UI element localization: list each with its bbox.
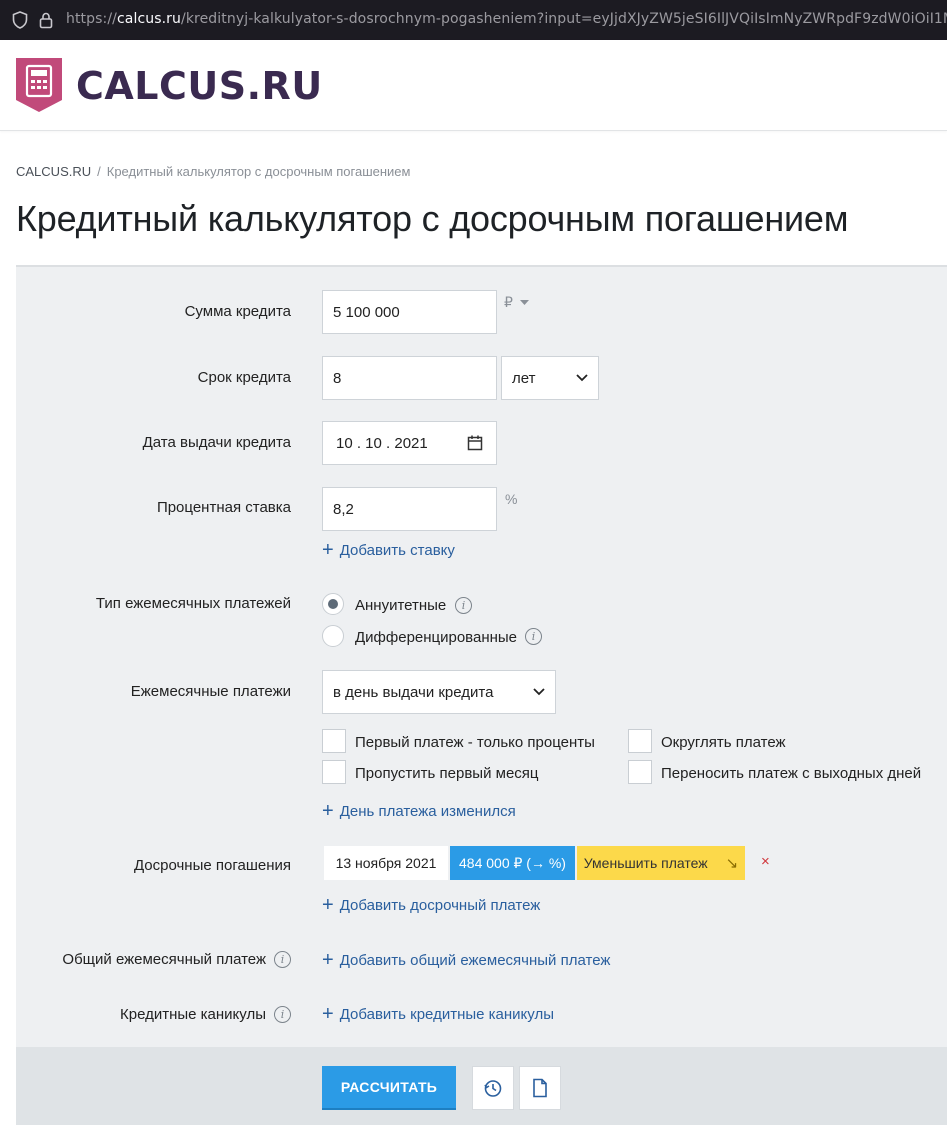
add-total-monthly-payment-text: Добавить общий ежемесячный платеж [339, 951, 611, 969]
lock-icon[interactable] [38, 11, 54, 29]
add-early-repayment-link[interactable]: + Добавить досрочный платеж [322, 895, 540, 915]
add-rate-text: Добавить ставку [339, 541, 455, 559]
calculator-logo-icon[interactable] [16, 58, 62, 112]
shield-icon[interactable] [12, 11, 28, 29]
loan-term-label: Срок кредита [197, 369, 291, 386]
url-prefix: https:// [66, 11, 117, 27]
payment-type-label: Тип ежемесячных платежей [95, 595, 291, 612]
radio-differentiated[interactable] [322, 625, 344, 647]
credit-holidays-label: Кредитные каникулы [119, 1006, 266, 1023]
issue-date-label: Дата выдачи кредита [142, 434, 291, 451]
site-header: CALCUS.RU [0, 40, 947, 131]
add-credit-holidays-text: Добавить кредитные каникулы [339, 1005, 554, 1023]
info-icon[interactable]: i [274, 951, 291, 968]
plus-icon: + [322, 800, 334, 822]
checkbox-first-interest-only[interactable] [322, 729, 346, 753]
early-repayments-label: Досрочные погашения [133, 857, 291, 874]
checkbox-round-payment[interactable] [628, 729, 652, 753]
calendar-icon[interactable] [467, 435, 483, 451]
info-icon[interactable]: i [274, 1006, 291, 1023]
add-total-monthly-payment-link[interactable]: + Добавить общий ежемесячный платеж [322, 950, 610, 970]
plus-icon: + [322, 539, 334, 561]
checkbox-skip-first-month-label[interactable]: Пропустить первый месяц [355, 765, 539, 782]
remove-early-repayment-button[interactable]: × [761, 853, 770, 870]
page-title: Кредитный калькулятор с досрочным погаше… [16, 198, 849, 239]
loan-amount-input[interactable]: 5 100 000 [322, 290, 497, 334]
chevron-down-icon [533, 688, 545, 696]
early-repayment-mode-text: Уменьшить платеж [583, 855, 708, 871]
add-early-repayment-text: Добавить досрочный платеж [339, 896, 541, 914]
chevron-down-icon [576, 374, 588, 382]
plus-icon: + [322, 949, 334, 971]
issue-date-value: 10 . 10 . 2021 [336, 434, 428, 452]
url-path: /kreditnyj-kalkulyator-s-dosrochnym-poga… [181, 11, 947, 27]
checkbox-first-interest-only-label[interactable]: Первый платеж - только проценты [355, 734, 595, 751]
radio-annuity[interactable] [322, 593, 344, 615]
loan-amount-label: Сумма кредита [184, 303, 291, 320]
add-credit-holidays-link[interactable]: + Добавить кредитные каникулы [322, 1004, 554, 1024]
document-icon [533, 1078, 547, 1098]
add-rate-link[interactable]: + Добавить ставку [322, 540, 455, 560]
early-repayment-amount[interactable]: 484 000 ₽ (→ %) [450, 846, 575, 880]
interest-rate-label: Процентная ставка [156, 499, 291, 516]
payment-day-changed-link[interactable]: + День платежа изменился [322, 801, 516, 821]
payment-day-select[interactable]: в день выдачи кредита [322, 670, 556, 714]
plus-icon: + [322, 1003, 334, 1025]
payment-day-value: в день выдачи кредита [333, 683, 494, 701]
total-monthly-payment-label: Общий ежемесячный платеж [62, 951, 266, 968]
loan-term-unit-value: лет [512, 369, 536, 387]
url-host: calcus.ru [116, 11, 181, 27]
caret-down-icon [519, 300, 529, 306]
loan-term-unit-select[interactable]: лет [501, 356, 599, 400]
currency-dropdown[interactable]: ₽ [504, 294, 529, 311]
plus-icon: + [322, 894, 334, 916]
currency-symbol: ₽ [504, 294, 513, 310]
monthly-payments-label: Ежемесячные платежи [130, 683, 291, 700]
checkbox-skip-first-month[interactable] [322, 760, 346, 784]
radio-annuity-label[interactable]: Аннуитетные [355, 597, 446, 614]
browser-address-bar: https://calcus.ru/kreditnyj-kalkulyator-… [0, 0, 947, 40]
breadcrumb: CALCUS.RU / Кредитный калькулятор с досроч… [16, 164, 410, 179]
arrow-down-right-icon: ↘ [725, 855, 739, 872]
info-icon[interactable]: i [455, 597, 472, 614]
history-button[interactable] [472, 1066, 514, 1110]
interest-rate-input[interactable]: 8,2 [322, 487, 497, 531]
logo-text[interactable]: CALCUS.RU [76, 64, 323, 108]
clock-icon [484, 1080, 502, 1097]
radio-differentiated-label[interactable]: Дифференцированные [355, 629, 517, 646]
info-icon[interactable]: i [525, 628, 542, 645]
checkbox-shift-weekend[interactable] [628, 760, 652, 784]
address-url[interactable]: https://calcus.ru/kreditnyj-kalkulyator-… [66, 11, 947, 27]
loan-term-input[interactable]: 8 [322, 356, 497, 400]
early-repayment-date[interactable]: 13 ноября 2021 [324, 846, 448, 880]
percent-unit: % [505, 491, 518, 507]
payment-day-changed-text: День платежа изменился [339, 802, 516, 820]
checkbox-round-payment-label[interactable]: Округлять платеж [661, 734, 786, 751]
issue-date-input[interactable]: 10 . 10 . 2021 [322, 421, 497, 465]
breadcrumb-separator: / [97, 164, 101, 179]
breadcrumb-home-link[interactable]: CALCUS.RU [16, 164, 91, 179]
breadcrumb-current: Кредитный калькулятор с досрочным погаше… [106, 164, 411, 179]
calculate-button[interactable]: РАССЧИТАТЬ [322, 1066, 456, 1110]
checkbox-shift-weekend-label[interactable]: Переносить платеж с выходных дней [661, 765, 921, 782]
early-repayment-mode[interactable]: Уменьшить платеж ↘ [577, 846, 745, 880]
document-button[interactable] [519, 1066, 561, 1110]
